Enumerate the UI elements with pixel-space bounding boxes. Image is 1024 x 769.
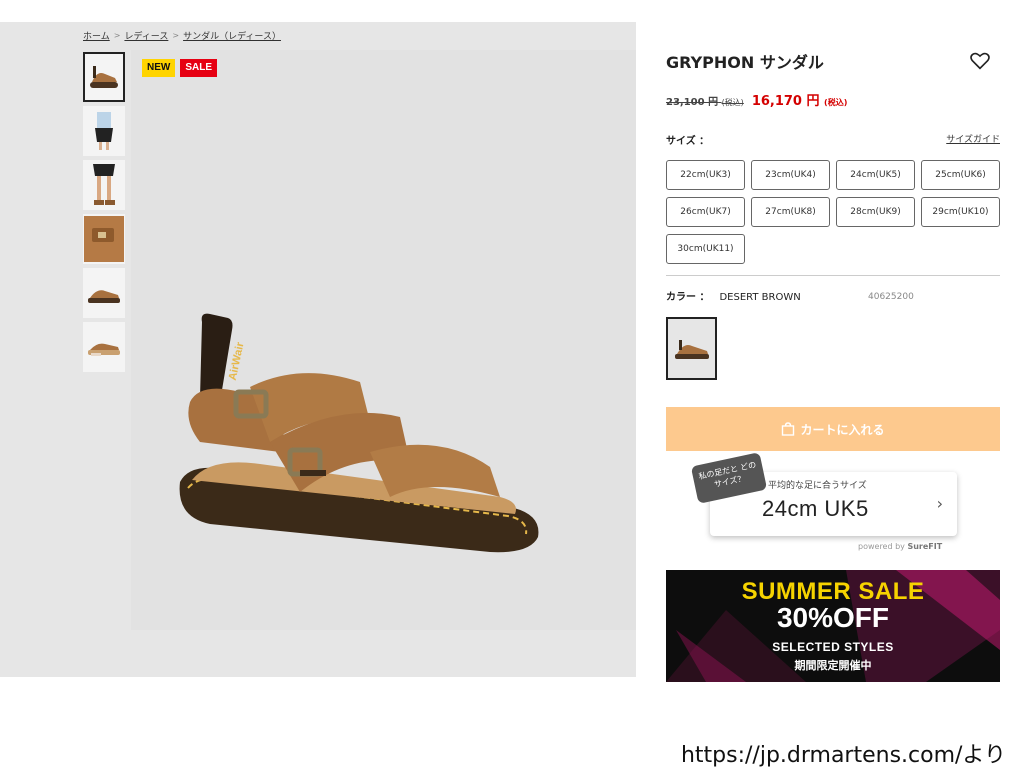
divider xyxy=(666,275,1000,276)
size-option[interactable]: 25cm(UK6) xyxy=(921,160,1000,190)
banner-discount: 30%OFF xyxy=(776,602,890,633)
product-image-sandal: AirWair xyxy=(179,313,539,553)
thumbnail-5[interactable] xyxy=(83,268,125,318)
new-badge: NEW xyxy=(142,59,176,77)
surefit-size-value: 24cm UK5 xyxy=(762,496,869,521)
thumbnail-1[interactable] xyxy=(83,52,125,102)
size-option[interactable]: 24cm(UK5) xyxy=(836,160,915,190)
thumbnail-4[interactable] xyxy=(83,214,125,264)
source-caption: https://jp.drmartens.com/より xyxy=(680,743,1006,768)
size-option[interactable]: 28cm(UK9) xyxy=(836,197,915,227)
chevron-right-icon: › xyxy=(936,494,943,513)
size-guide-link[interactable]: サイズガイド xyxy=(946,132,1000,145)
size-option[interactable]: 26cm(UK7) xyxy=(666,197,745,227)
favorite-heart-icon[interactable] xyxy=(970,52,990,70)
thumbnail-6[interactable] xyxy=(83,322,125,372)
thumbnail-2[interactable] xyxy=(83,106,125,156)
add-to-cart-label: カートに入れる xyxy=(800,422,885,437)
size-option[interactable]: 30cm(UK11) xyxy=(666,234,745,264)
badge-group: NEW SALE xyxy=(142,59,218,77)
svg-text:AirWair: AirWair xyxy=(227,340,247,381)
color-label: カラー ： DESERT BROWN xyxy=(666,292,801,303)
size-selector: 22cm(UK3) 23cm(UK4) 24cm(UK5) 25cm(UK6) … xyxy=(666,160,1002,264)
color-value: DESERT BROWN xyxy=(719,292,801,303)
add-to-cart-button[interactable]: カートに入れる xyxy=(666,407,1000,451)
banner-subtext: SELECTED STYLES xyxy=(772,640,894,654)
size-option[interactable]: 22cm(UK3) xyxy=(666,160,745,190)
breadcrumb: ホーム > レディース > サンダル（レディース） xyxy=(83,29,281,42)
powered-by-surefit: powered by SureFIT xyxy=(858,542,943,551)
breadcrumb-ladies[interactable]: レディース xyxy=(124,29,168,42)
breadcrumb-sandals[interactable]: サンダル（レディース） xyxy=(183,29,281,42)
breadcrumb-separator: > xyxy=(172,31,180,40)
surefit-title: 平均的な足に合うサイズ xyxy=(768,481,867,491)
thumbnail-3[interactable] xyxy=(83,160,125,210)
size-option[interactable]: 29cm(UK10) xyxy=(921,197,1000,227)
product-gallery: ホーム > レディース > サンダル（レディース） NEW SALE AirWa… xyxy=(0,22,636,677)
original-price: 23,100 円 (税込) xyxy=(666,97,744,108)
size-option[interactable]: 27cm(UK8) xyxy=(751,197,830,227)
product-sku: 40625200 xyxy=(868,292,914,302)
color-swatch-desert-brown[interactable] xyxy=(666,317,717,380)
sale-price: 16,170 円 (税込) xyxy=(751,94,848,109)
banner-period: 期間限定開催中 xyxy=(794,659,872,672)
price-row: 23,100 円 (税込) 16,170 円 (税込) xyxy=(666,90,847,109)
thumbnail-list xyxy=(83,52,125,376)
summer-sale-banner[interactable]: SUMMER SALE 30%OFF SELECTED STYLES 期間限定開… xyxy=(666,570,1000,682)
breadcrumb-home[interactable]: ホーム xyxy=(83,29,110,42)
product-title: GRYPHON サンダル xyxy=(666,53,824,72)
size-option[interactable]: 23cm(UK4) xyxy=(751,160,830,190)
size-label: サイズ ： xyxy=(666,136,710,147)
sale-badge: SALE xyxy=(180,59,218,77)
breadcrumb-separator: > xyxy=(113,31,121,40)
shopping-bag-icon xyxy=(782,422,795,436)
